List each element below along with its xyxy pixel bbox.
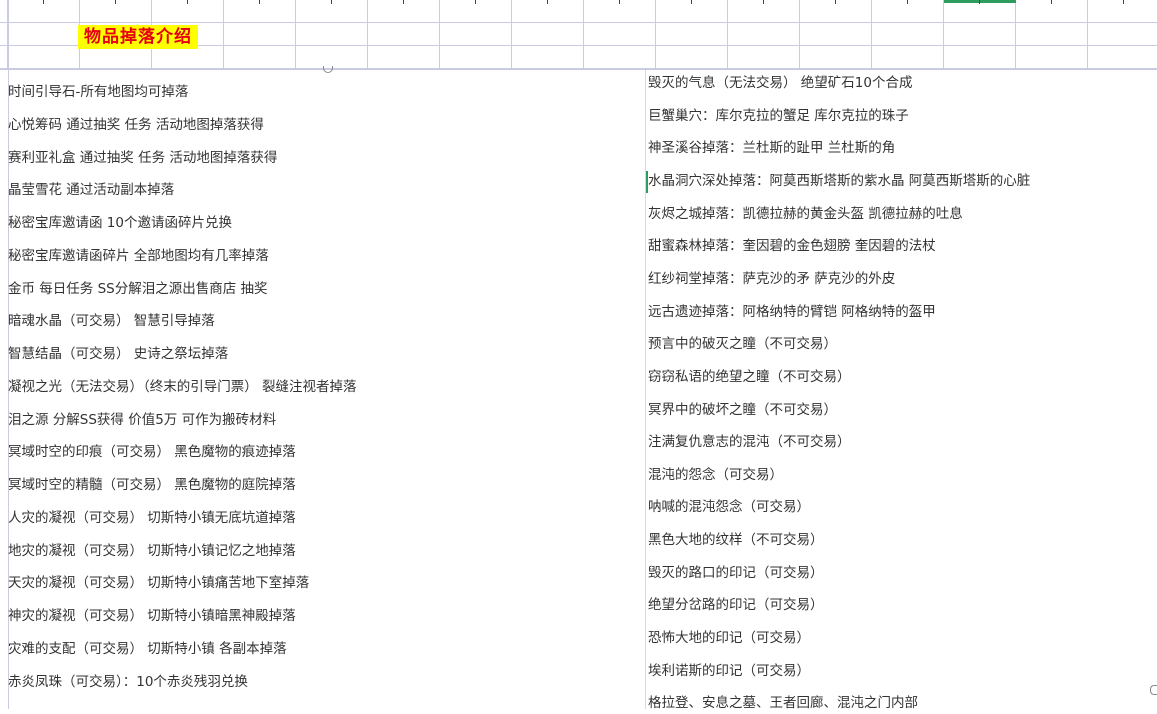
column-tick (187, 0, 188, 4)
text-line: 预言中的破灭之瞳（不可交易） (648, 336, 837, 353)
text-line: 心悦筹码 通过抽奖 任务 活动地图掉落获得 (8, 116, 264, 133)
scroll-handle-icon[interactable] (1150, 685, 1157, 695)
column-tick (1123, 0, 1124, 4)
text-cursor-indicator (646, 171, 648, 193)
column-tick (547, 0, 548, 4)
text-line: 冥界中的破坏之瞳（不可交易） (648, 401, 837, 418)
sheet-title[interactable]: 物品掉落介绍 (78, 25, 198, 49)
text-line: 冥域时空的印痕（可交易） 黑色魔物的痕迹掉落 (8, 444, 296, 461)
text-line: 天灾的凝视（可交易） 切斯特小镇痛苦地下室掉落 (8, 575, 310, 592)
text-line: 恐怖大地的印记（可交易） (648, 630, 810, 647)
text-line: 注满复仇意志的混沌（不可交易） (648, 434, 851, 451)
text-line: 凝视之光（无法交易）（终末的引导门票） 裂缝注视者掉落 (8, 378, 357, 395)
text-line: 格拉登、安息之墓、王者回廊、混沌之门内部 (648, 695, 918, 712)
text-line: 秘密宝库邀请函碎片 全部地图均有几率掉落 (8, 247, 269, 264)
text-line: 呐喊的混沌怨念（可交易） (648, 499, 810, 516)
column-tick (763, 0, 764, 4)
column-tick (691, 0, 692, 4)
right-text-panel[interactable]: 毁灭的气息（无法交易） 绝望矿石10个合成 巨蟹巢穴：库尔克拉的蟹足 库尔克拉的珠… (646, 70, 1157, 711)
text-line: 晶莹雪花 通过活动副本掉落 (8, 182, 175, 199)
text-line: 远古遗迹掉落：阿格纳特的臂铠 阿格纳特的盔甲 (648, 303, 936, 320)
text-line: 灾难的支配（可交易） 切斯特小镇 各副本掉落 (8, 640, 287, 657)
column-tick (403, 0, 404, 4)
column-selection-indicator (944, 0, 1016, 3)
column-tick (1051, 0, 1052, 4)
column-tick (115, 0, 116, 4)
text-line: 暗魂水晶（可交易） 智慧引导掉落 (8, 313, 215, 330)
text-line: 绝望分岔路的印记（可交易） (648, 597, 824, 614)
text-line: 泪之源 分解SS获得 价值5万 可作为搬砖材料 (8, 411, 277, 428)
column-tick (835, 0, 836, 4)
column-tick (43, 0, 44, 4)
column-tick (619, 0, 620, 4)
text-line: 神灾的凝视（可交易） 切斯特小镇暗黑神殿掉落 (8, 608, 296, 624)
text-line: 毁灭的气息（无法交易） 绝望矿石10个合成 (648, 75, 913, 91)
text-line: 赛利亚礼盒 通过抽奖 任务 活动地图掉落获得 (8, 149, 278, 166)
text-line: 混沌的怨念（可交易） (648, 466, 783, 483)
column-tick (907, 0, 908, 4)
text-line: 神圣溪谷掉落：兰杜斯的趾甲 兰杜斯的角 (648, 140, 896, 157)
text-line: 时间引导石-所有地图均可掉落 (8, 84, 189, 100)
text-line: 窃窃私语的绝望之瞳（不可交易） (648, 368, 851, 385)
text-line: 智慧结晶（可交易） 史诗之祭坛掉落 (8, 346, 229, 362)
column-tick (259, 0, 260, 4)
text-line: 冥域时空的精髓（可交易） 黑色魔物的庭院掉落 (8, 477, 296, 493)
text-line: 水晶洞穴深处掉落：阿莫西斯塔斯的紫水晶 阿莫西斯塔斯的心脏 (648, 172, 1031, 189)
text-line: 黑色大地的纹样（不可交易） (648, 532, 824, 549)
text-line: 秘密宝库邀请函 10个邀请函碎片兑换 (8, 215, 232, 231)
text-line: 红纱祠堂掉落：萨克沙的矛 萨克沙的外皮 (648, 270, 896, 287)
text-line: 赤炎凤珠（可交易）：10个赤炎残羽兑换 (8, 673, 248, 690)
text-line: 埃利诺斯的印记（可交易） (648, 662, 810, 679)
column-tick (475, 0, 476, 4)
column-tick (979, 0, 980, 4)
column-tick (331, 0, 332, 4)
text-line: 甜蜜森林掉落：奎因碧的金色翅膀 奎因碧的法杖 (648, 238, 936, 255)
left-text-panel[interactable]: 时间引导石-所有地图均可掉落心悦筹码 通过抽奖 任务 活动地图掉落获得 赛利亚礼盒… (8, 70, 646, 709)
text-line: 金币 每日任务 SS分解泪之源出售商店 抽奖 (8, 280, 268, 297)
text-line: 巨蟹巢穴：库尔克拉的蟹足 库尔克拉的珠子 (648, 107, 909, 124)
text-line: 地灾的凝视（可交易） 切斯特小镇记忆之地掉落 (8, 542, 296, 559)
text-line: 灰烬之城掉落：凯德拉赫的黄金头盔 凯德拉赫的吐息 (648, 205, 963, 222)
text-line: 毁灭的路口的印记（可交易） (648, 564, 824, 581)
text-line: 人灾的凝视（可交易） 切斯特小镇无底坑道掉落 (8, 509, 296, 526)
